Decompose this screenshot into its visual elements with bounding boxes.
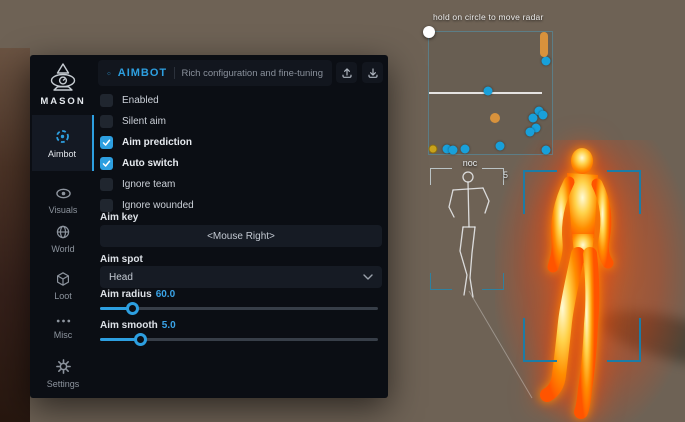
upload-icon: [341, 67, 353, 79]
game-screen: noc 5 hold on circle to move radar: [0, 0, 685, 422]
checkbox-silent-aim[interactable]: Silent aim: [100, 111, 380, 132]
aim-radius-label: Aim radius 60.0: [100, 289, 175, 300]
checkbox-label: Ignore wounded: [122, 200, 194, 211]
slider-thumb[interactable]: [134, 333, 147, 346]
sidebar-item-label: Visuals: [32, 205, 94, 215]
radar-dot-blue: [529, 114, 538, 123]
sidebar: MASON Aimbot Visuals: [30, 55, 96, 398]
radar-dot-orange: [490, 113, 500, 123]
radar: [428, 31, 553, 155]
sidebar-item-visuals[interactable]: Visuals: [32, 179, 94, 221]
check-icon: [102, 138, 111, 147]
radar-hint-text: hold on circle to move radar: [433, 12, 544, 22]
download-icon: [367, 67, 379, 79]
radar-move-handle[interactable]: [423, 26, 435, 38]
aim-spot-select[interactable]: Head: [100, 266, 382, 288]
crosshair-icon: [54, 128, 71, 145]
brand-name: MASON: [30, 96, 96, 107]
checkbox-ignore-team[interactable]: Ignore team: [100, 174, 380, 195]
slider-label: Aim smooth: [100, 320, 158, 331]
main-content: AIMBOT Rich configuration and fine-tunin…: [96, 55, 388, 398]
sidebar-item-aimbot[interactable]: Aimbot: [32, 115, 94, 171]
cheat-menu-panel: MASON Aimbot Visuals: [30, 55, 388, 398]
tab-title: AIMBOT: [118, 67, 167, 79]
radar-dot-yellow: [429, 145, 438, 154]
aim-key-bind-button[interactable]: <Mouse Right>: [100, 225, 382, 247]
esp-box-player: [523, 170, 641, 362]
radar-dot-blue: [496, 142, 505, 151]
checkbox: [100, 178, 113, 191]
sidebar-item-label: Aimbot: [32, 149, 92, 159]
radar-dot-blue: [461, 145, 470, 154]
radar-dot-blue: [539, 111, 548, 120]
checkbox-label: Ignore team: [122, 179, 175, 190]
sidebar-item-label: Loot: [32, 291, 94, 301]
sidebar-item-label: World: [32, 244, 94, 254]
left-brick-edge: [0, 48, 30, 422]
slider-thumb[interactable]: [126, 302, 139, 315]
checkbox-label: Enabled: [122, 95, 159, 106]
slider-label: Aim radius: [100, 289, 152, 300]
download-config-button[interactable]: [362, 62, 383, 83]
radar-dot-blue: [542, 57, 551, 66]
skeleton-esp: [425, 155, 515, 305]
sidebar-item-world[interactable]: World: [32, 217, 94, 260]
tracer-line: [460, 285, 540, 405]
checkbox: [100, 157, 113, 170]
slider-value: 5.0: [162, 320, 176, 331]
sidebar-item-label: Settings: [32, 379, 94, 389]
radar-dot-blue: [484, 87, 493, 96]
eye-icon: [55, 186, 72, 201]
checkbox-label: Aim prediction: [122, 137, 192, 148]
brand-logo: MASON: [30, 62, 96, 107]
slider-value: 60.0: [156, 289, 175, 300]
sidebar-item-loot[interactable]: Loot: [32, 264, 94, 307]
globe-icon: [55, 224, 71, 240]
esp-distance: 5: [503, 170, 508, 180]
aim-key-label: Aim key: [100, 212, 138, 223]
aim-smooth-slider[interactable]: [100, 332, 378, 346]
upload-config-button[interactable]: [336, 62, 357, 83]
aim-radius-slider[interactable]: [100, 301, 378, 315]
slider-track: [100, 307, 378, 310]
mason-eye-icon: [43, 62, 83, 94]
gear-icon: [55, 358, 72, 375]
sidebar-item-settings[interactable]: Settings: [32, 351, 94, 395]
check-icon: [102, 159, 111, 168]
aim-smooth-label: Aim smooth 5.0: [100, 320, 176, 331]
checkbox-label: Auto switch: [122, 158, 179, 169]
ellipsis-icon: [55, 316, 72, 326]
sidebar-item-misc[interactable]: Misc: [32, 309, 94, 346]
radar-dot-blue: [526, 128, 535, 137]
aim-spot-value: Head: [109, 272, 133, 283]
checkbox: [100, 94, 113, 107]
radar-orange-marker: [540, 32, 548, 57]
checkbox-auto-switch[interactable]: Auto switch: [100, 153, 380, 174]
esp-player-name: noc: [440, 158, 500, 168]
checkbox: [100, 199, 113, 212]
tab-header: AIMBOT Rich configuration and fine-tunin…: [98, 60, 332, 86]
checkbox-aim-prediction[interactable]: Aim prediction: [100, 132, 380, 153]
checkbox: [100, 115, 113, 128]
aimbot-ring-icon: [107, 67, 111, 80]
checkbox-enabled[interactable]: Enabled: [100, 90, 380, 111]
checkbox: [100, 136, 113, 149]
chevron-down-icon: [363, 274, 373, 280]
radar-dot-blue: [449, 146, 458, 155]
radar-dot-blue: [542, 146, 551, 155]
checkbox-label: Silent aim: [122, 116, 166, 127]
aim-spot-label: Aim spot: [100, 254, 143, 265]
sidebar-item-label: Misc: [32, 330, 94, 340]
tab-subtitle: Rich configuration and fine-tuning: [181, 68, 323, 79]
checkbox-ignore-wounded[interactable]: Ignore wounded: [100, 195, 380, 216]
cube-icon: [55, 271, 71, 287]
